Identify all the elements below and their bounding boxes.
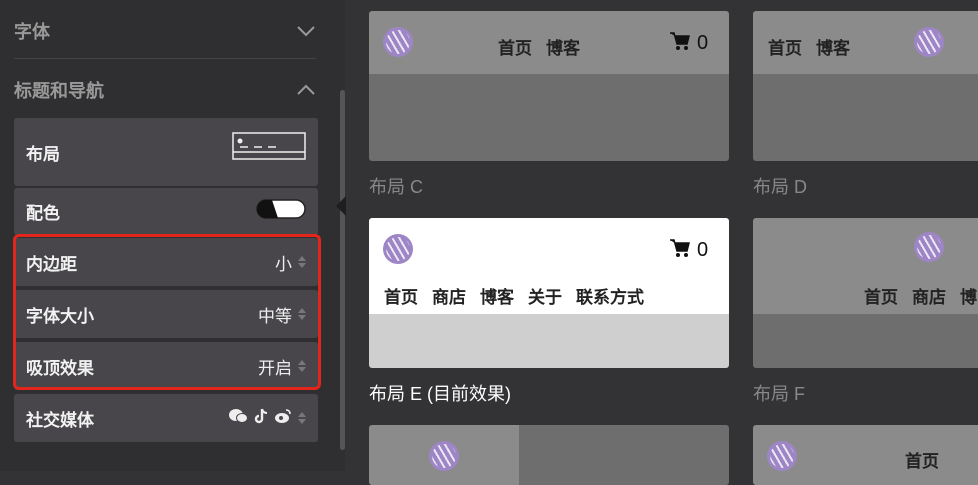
option-sticky-value: 开启 [258,358,292,378]
option-font-size[interactable]: 字体大小 中等 [14,290,318,338]
nav-item: 博客 [816,39,850,58]
cart-count: 0 [697,32,709,54]
option-padding[interactable]: 内边距 小 [14,238,318,286]
stepper-icon[interactable] [298,412,306,424]
color-toggle[interactable] [256,199,306,224]
layout-h-nav: 首页 [905,447,953,472]
cart-icon [669,238,691,263]
chevron-up-icon[interactable] [296,84,316,96]
layout-d-caption: 布局 D [753,177,807,197]
section-divider [14,58,316,59]
wechat-icon [228,408,248,429]
section-font-title: 字体 [14,22,50,42]
option-social[interactable]: 社交媒体 [14,394,318,442]
logo-icon [383,27,413,57]
section-font[interactable]: 字体 [0,2,330,60]
nav-item: 商店 [912,288,946,307]
option-layout[interactable]: 布局 [14,118,318,186]
option-colors[interactable]: 配色 [14,188,318,235]
layout-f-thumbnail[interactable]: 首页 商店博 [753,218,978,368]
layout-d-nav: 首页 博客 [768,34,864,59]
sidebar-scrollbar[interactable] [340,90,345,450]
nav-item: 首页 [768,39,802,58]
layout-f-nav: 首页 商店博 [864,283,978,308]
selection-pointer [336,196,346,216]
weibo-icon [274,408,292,429]
nav-item: 博客 [480,288,514,307]
section-header-nav[interactable]: 标题和导航 [0,61,330,119]
logo-icon [383,234,413,264]
nav-item: 博 [960,288,977,307]
logo-icon [767,441,797,471]
option-font-size-label: 字体大小 [26,306,94,326]
nav-item: 首页 [905,452,939,471]
option-social-label: 社交媒体 [26,410,94,430]
cart-widget: 0 [669,238,708,263]
option-sticky-label: 吸顶效果 [26,358,94,378]
stepper-icon[interactable] [298,360,306,372]
option-font-size-value: 中等 [258,306,292,326]
layout-e-caption: 布局 E (目前效果) [369,384,511,404]
logo-icon [429,441,459,471]
cart-count: 0 [697,239,709,261]
layout-f-caption: 布局 F [753,384,805,404]
chevron-down-icon[interactable] [296,25,316,37]
section-header-nav-title: 标题和导航 [14,81,104,101]
settings-sidebar: 字体 标题和导航 布局 配色 内边距 小 字体大小 中等 吸顶效果 开启 社交媒… [0,0,345,471]
layout-c-thumbnail[interactable]: 首页 博客 0 [369,11,729,161]
layout-c-caption: 布局 C [369,177,423,197]
nav-item: 首页 [498,39,532,58]
tiktok-icon [254,408,268,429]
layout-g-thumbnail[interactable] [369,425,729,485]
logo-icon [914,232,944,262]
layout-c-nav: 首页 博客 [498,34,594,59]
logo-icon [914,27,944,57]
nav-item: 首页 [864,288,898,307]
layout-preview-icon[interactable] [232,131,306,173]
option-layout-label: 布局 [26,144,60,164]
nav-item: 首页 [384,288,418,307]
option-colors-label: 配色 [26,204,60,223]
layout-e-nav: 首页 商店 博客 关于 联系方式 [384,283,658,308]
option-padding-label: 内边距 [26,254,77,274]
nav-item: 关于 [528,288,562,307]
nav-item: 博客 [546,39,580,58]
nav-item: 联系方式 [576,288,644,307]
stepper-icon[interactable] [298,308,306,320]
option-sticky[interactable]: 吸顶效果 开启 [14,342,318,390]
option-padding-value: 小 [275,254,292,274]
cart-icon [669,31,691,56]
layout-d-thumbnail[interactable]: 首页 博客 [753,11,978,161]
stepper-icon[interactable] [298,256,306,268]
layout-h-thumbnail[interactable]: 首页 [753,425,978,485]
cart-widget: 0 [669,31,708,56]
nav-item: 商店 [432,288,466,307]
layout-e-thumbnail[interactable]: 0 首页 商店 博客 关于 联系方式 [369,218,729,368]
